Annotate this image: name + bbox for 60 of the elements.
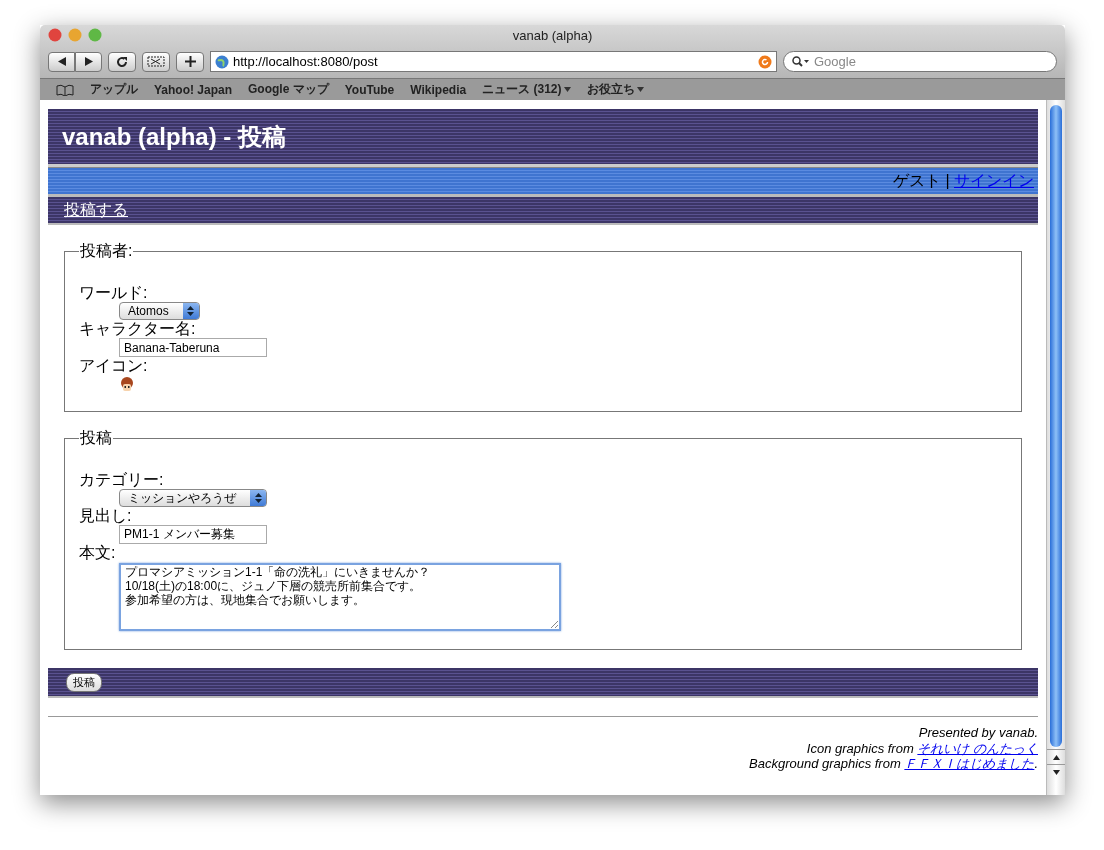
- bookmark-link[interactable]: ニュース (312): [482, 81, 571, 98]
- field-label: 見出し:: [79, 507, 133, 525]
- text-field[interactable]: PM1-1 メンバー募集: [119, 525, 267, 544]
- stepper-arrows-icon: [254, 493, 262, 503]
- text-field[interactable]: Banana-Taberuna: [119, 338, 267, 357]
- user-name: ゲスト: [892, 170, 941, 191]
- reload-button[interactable]: [108, 51, 136, 72]
- search-field[interactable]: Google: [783, 51, 1057, 72]
- caret-icon: [563, 87, 571, 92]
- caret-icon: [636, 87, 644, 92]
- scrollbar[interactable]: [1046, 100, 1065, 795]
- credit-link[interactable]: それいけ のんたっく: [917, 740, 1038, 756]
- field-label: 本文:: [79, 544, 117, 562]
- credit-line: Icon graphics from それいけ のんたっく: [805, 740, 1038, 756]
- globe-icon: [215, 54, 229, 69]
- plus-icon: [184, 56, 196, 67]
- character-icon[interactable]: [119, 377, 135, 393]
- stepper-arrows-icon: [187, 306, 195, 316]
- section-legend: 投稿: [79, 428, 113, 449]
- textarea-field[interactable]: プロマシアミッション1-1「命の洗礼」にいきませんか？ 10/18(土)の18:00に、ジュノ下層の競売所前集合です。 参加希望の方は、現地集合でお願いします。: [119, 563, 561, 631]
- dropdown[interactable]: ミッションやろうぜ: [119, 489, 267, 507]
- section-legend: 投稿者:: [79, 241, 134, 262]
- submit-button[interactable]: 投稿: [66, 672, 102, 692]
- credit-link[interactable]: ＦＦＸＩはじめました: [904, 756, 1035, 771]
- text-line: プロマシアミッション1-1「命の洗礼」にいきませんか？: [125, 565, 431, 579]
- reload-icon: [116, 55, 128, 68]
- scroll-up-icon[interactable]: [1052, 754, 1060, 760]
- forward-button[interactable]: [75, 51, 102, 72]
- snippet-button[interactable]: [142, 51, 170, 72]
- post-link[interactable]: 投稿する: [64, 199, 128, 221]
- reload-icon[interactable]: [758, 54, 772, 69]
- bookmark-link[interactable]: アップル: [90, 81, 138, 98]
- search-icon: [792, 56, 810, 67]
- field-label: アイコン:: [79, 357, 149, 375]
- scroll-down-icon[interactable]: [1052, 769, 1060, 775]
- credit-line: Presented by vanab.: [917, 725, 1038, 741]
- text-line: 10/18(土)の18:00に、ジュノ下層の競売所前集合です。: [125, 579, 422, 593]
- field-label: カテゴリー:: [79, 471, 165, 489]
- bookmark-link[interactable]: お役立ち: [586, 81, 644, 98]
- field-label: キャラクター名:: [79, 320, 197, 338]
- back-button[interactable]: [48, 51, 75, 72]
- bookmark-link[interactable]: Yahoo! Japan: [154, 82, 233, 97]
- page-title: vanab (alpha) - 投稿: [62, 121, 287, 152]
- credit-line: Background graphics from ＦＦＸＩはじめました.: [748, 756, 1038, 772]
- dropdown[interactable]: Atomos: [119, 302, 200, 320]
- field-label: ワールド:: [79, 284, 149, 302]
- scissors-icon: [147, 56, 165, 67]
- close-icon[interactable]: [48, 28, 62, 42]
- back-arrow-icon: [57, 57, 66, 66]
- add-bookmark-button[interactable]: [176, 51, 204, 72]
- bookmark-link[interactable]: YouTube: [344, 82, 395, 97]
- text-line: 参加希望の方は、現地集合でお願いします。: [125, 593, 365, 607]
- resize-grip-icon[interactable]: [550, 620, 558, 628]
- window-title: vanab (alpha): [512, 27, 593, 43]
- bookmark-link[interactable]: Wikipedia: [410, 82, 467, 97]
- bookmark-link[interactable]: Google マップ: [248, 81, 329, 98]
- forward-arrow-icon: [84, 57, 93, 66]
- address-field[interactable]: http://localhost:8080/post: [210, 51, 777, 72]
- separator-text: |: [945, 172, 950, 190]
- book-icon[interactable]: [56, 83, 74, 96]
